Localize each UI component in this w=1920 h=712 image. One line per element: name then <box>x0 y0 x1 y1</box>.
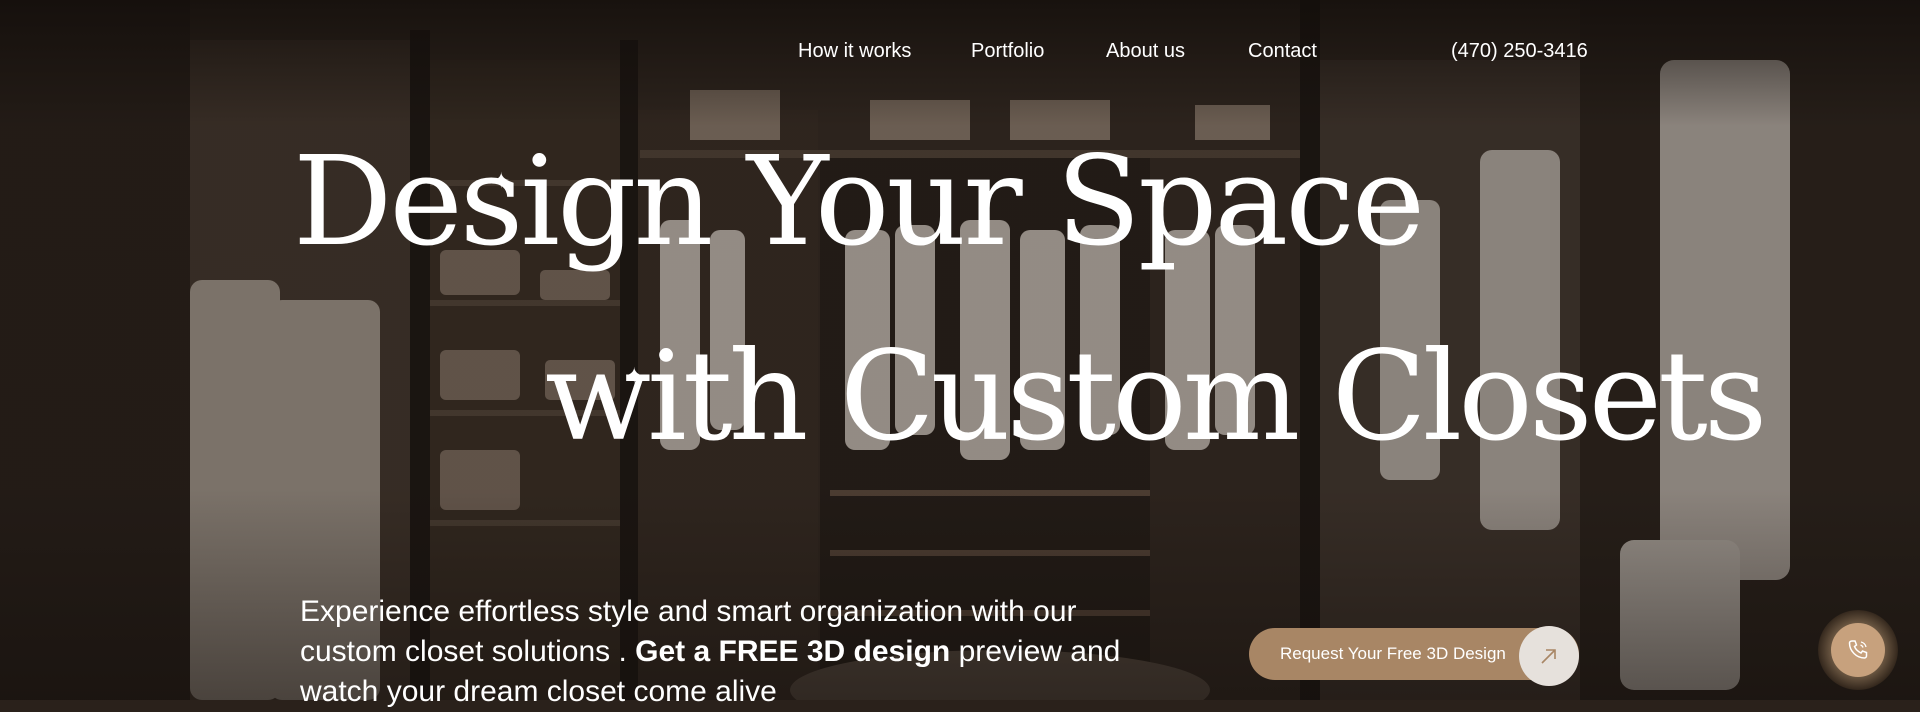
arrow-up-right-icon <box>1541 649 1556 664</box>
sparkle-icon: ✦ <box>625 363 644 388</box>
phone-icon <box>1848 640 1868 659</box>
headline-line-2: with Custom Closets <box>545 325 1767 469</box>
call-button-inner <box>1831 623 1885 677</box>
cta-arrow-circle <box>1519 626 1579 686</box>
call-button[interactable] <box>1818 610 1898 690</box>
cta-label: Request Your Free 3D Design <box>1280 644 1506 663</box>
hero-headline: Design Your Space with Custom Closets <box>0 0 1920 480</box>
sparkle-icon: ✦ <box>492 168 511 193</box>
hero-subtitle: Experience effortless style and smart or… <box>300 592 1160 712</box>
subtitle-highlight: Get a FREE 3D design <box>635 635 951 668</box>
headline-line-1: Design Your Space <box>293 130 1425 274</box>
request-free-3d-design-button[interactable]: Request Your Free 3D Design <box>1249 626 1579 686</box>
